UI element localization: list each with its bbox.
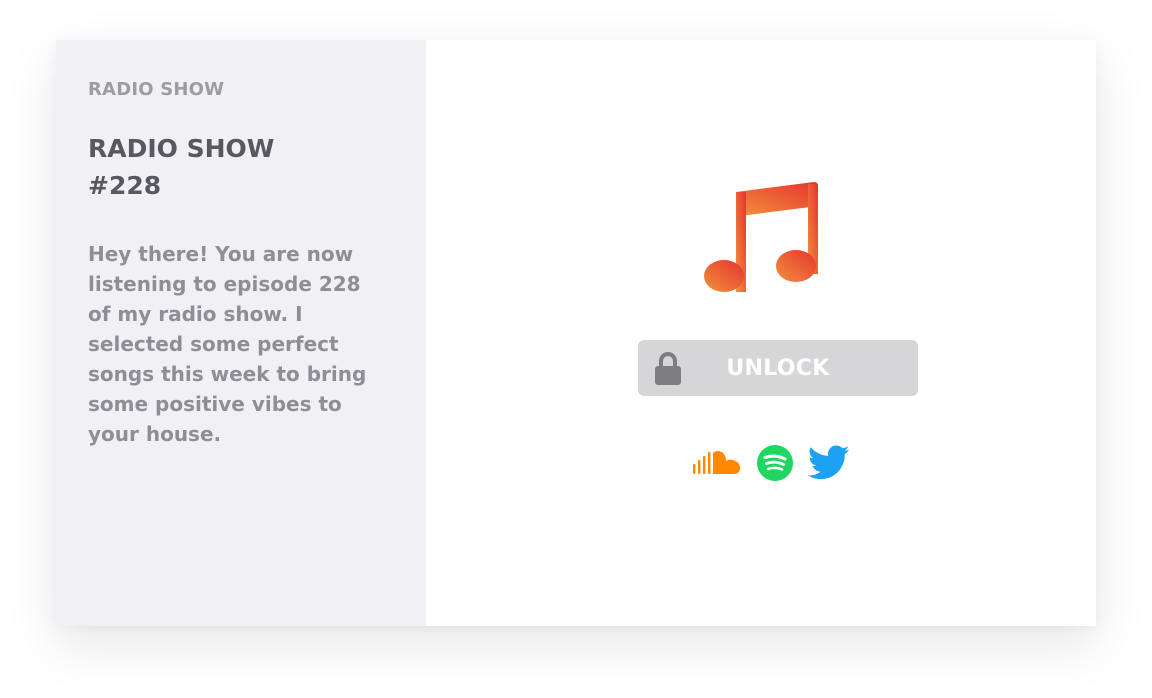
social-links (692, 444, 850, 486)
show-title: RADIO SHOW #228 (88, 130, 394, 204)
radio-show-card: RADIO SHOW RADIO SHOW #228 Hey there! Yo… (56, 40, 1096, 626)
main-panel: UNLOCK (426, 40, 1096, 626)
soundcloud-icon (693, 451, 740, 474)
twitter-icon (807, 445, 850, 480)
twitter-link[interactable] (807, 445, 850, 485)
show-title-line1: RADIO SHOW (88, 134, 275, 163)
spotify-link[interactable] (756, 444, 794, 486)
soundcloud-link[interactable] (692, 448, 742, 482)
unlock-button[interactable]: UNLOCK (638, 340, 918, 396)
eyebrow-label: RADIO SHOW (88, 79, 225, 100)
music-note-icon (704, 182, 818, 292)
spotify-icon (757, 445, 793, 481)
show-description: Hey there! You are now listening to epis… (88, 242, 367, 446)
show-title-line2: #228 (88, 171, 162, 200)
unlock-label: UNLOCK (726, 355, 830, 381)
sidebar: RADIO SHOW RADIO SHOW #228 Hey there! Yo… (56, 40, 426, 626)
